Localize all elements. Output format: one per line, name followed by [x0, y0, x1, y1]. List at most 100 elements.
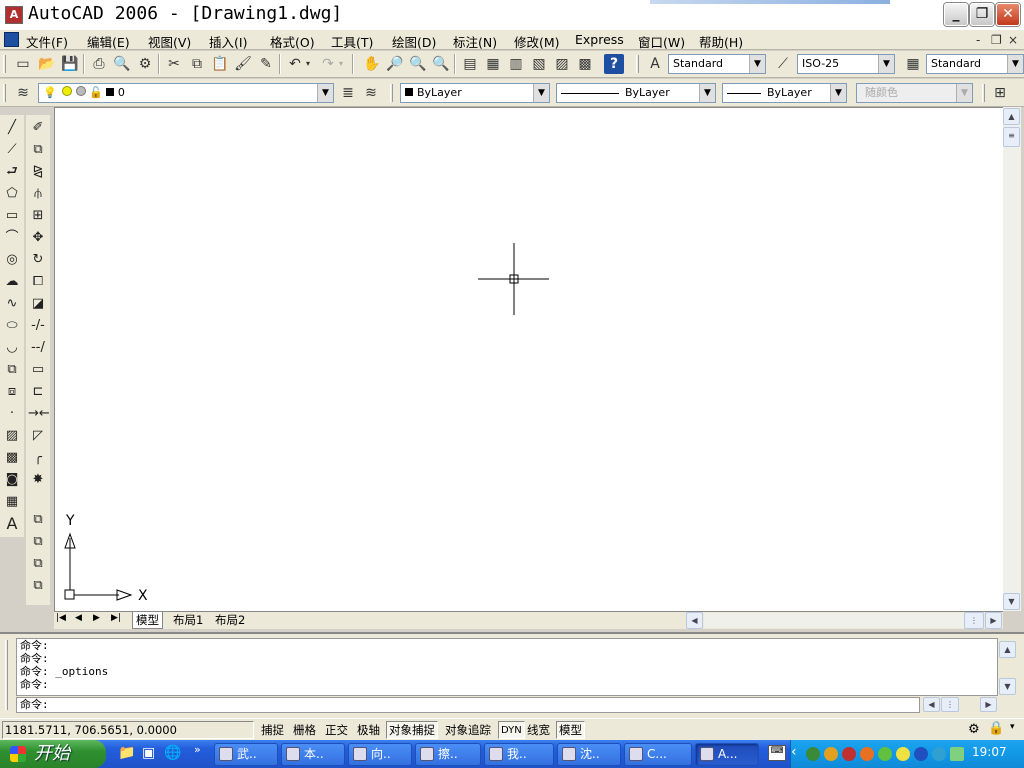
- trim-icon[interactable]: -/-: [28, 316, 48, 336]
- restore-button[interactable]: ❐: [970, 3, 994, 26]
- scroll-left-icon[interactable]: ◀: [686, 612, 703, 629]
- command-scroll-thumb[interactable]: ⋮: [941, 697, 959, 712]
- clock[interactable]: 19:07: [972, 745, 1007, 759]
- fillet-icon[interactable]: ╭: [28, 448, 48, 468]
- zoom-window-icon[interactable]: 🔍: [408, 54, 428, 74]
- zoom-previous-icon[interactable]: 🔍: [431, 54, 451, 74]
- menu-tools[interactable]: 工具(T): [331, 32, 373, 51]
- toolbar-grip[interactable]: [982, 84, 985, 102]
- draworder-front-icon[interactable]: ⧉: [28, 510, 48, 530]
- task-button[interactable]: 向..: [348, 743, 412, 766]
- help-icon[interactable]: ?: [604, 54, 624, 74]
- menu-dimension[interactable]: 标注(N): [453, 32, 497, 51]
- new-icon[interactable]: ▭: [13, 54, 33, 74]
- publish-icon[interactable]: ⚙: [135, 54, 155, 74]
- break-at-point-icon[interactable]: ▭: [28, 360, 48, 380]
- command-scroll-down-icon[interactable]: ▼: [999, 678, 1016, 695]
- scroll-thumb[interactable]: ≡: [1003, 127, 1020, 147]
- dim-style-select[interactable]: ISO-25 ▼: [797, 54, 895, 74]
- dyn-toggle[interactable]: DYN: [498, 721, 525, 739]
- grid-toggle[interactable]: 栅格: [290, 721, 319, 739]
- close-button[interactable]: ✕: [996, 3, 1020, 26]
- chamfer-icon[interactable]: ◸: [28, 426, 48, 446]
- plot-icon[interactable]: ⎙: [89, 54, 109, 74]
- menu-express[interactable]: Express: [575, 32, 624, 47]
- vertical-scrollbar[interactable]: ▲ ≡ ▼: [1003, 107, 1021, 611]
- task-button[interactable]: C...: [624, 743, 692, 766]
- tray-app-icon[interactable]: [878, 747, 892, 761]
- horizontal-scroll-thumb[interactable]: ⋮: [964, 612, 984, 629]
- plot-preview-icon[interactable]: 🔍: [112, 54, 132, 74]
- design-center-icon[interactable]: ▦: [483, 54, 503, 74]
- snap-toggle[interactable]: 捕捉: [258, 721, 287, 739]
- tray-app-icon[interactable]: [932, 747, 946, 761]
- command-window-grip[interactable]: [5, 640, 8, 710]
- draworder-under-icon[interactable]: ⧉: [28, 576, 48, 596]
- properties-icon[interactable]: ▤: [460, 54, 480, 74]
- menu-help[interactable]: 帮助(H): [699, 32, 743, 51]
- horizontal-scroll-track[interactable]: [704, 613, 964, 628]
- start-button[interactable]: 开始: [0, 740, 106, 768]
- redo-icon[interactable]: ↷: [318, 54, 338, 74]
- layer-select[interactable]: 💡 🔓 0 ▼: [38, 83, 334, 103]
- toolbar-grip[interactable]: [3, 84, 6, 102]
- command-input[interactable]: 命令:: [16, 697, 920, 713]
- mdi-minimize-button[interactable]: -: [976, 33, 980, 47]
- mdi-restore-button[interactable]: ❐: [991, 33, 1002, 47]
- stretch-icon[interactable]: ◪: [28, 294, 48, 314]
- tray-app-icon[interactable]: [842, 747, 856, 761]
- menu-draw[interactable]: 绘图(D): [392, 32, 436, 51]
- task-button[interactable]: 武..: [214, 743, 278, 766]
- arc-icon[interactable]: ⌒: [2, 228, 22, 248]
- task-button[interactable]: 沈..: [557, 743, 621, 766]
- tab-model[interactable]: 模型: [132, 612, 163, 629]
- quickcalc-icon[interactable]: ▩: [575, 54, 595, 74]
- toolbar-grip[interactable]: [3, 55, 6, 73]
- browser-icon[interactable]: 🌐: [164, 745, 181, 761]
- menu-file[interactable]: 文件(F): [26, 32, 68, 51]
- save-icon[interactable]: 💾: [60, 54, 80, 74]
- layer-manager-icon[interactable]: ≋: [13, 83, 33, 103]
- last-tab-icon[interactable]: ▶|: [111, 613, 121, 623]
- tray-app-icon[interactable]: [914, 747, 928, 761]
- polygon-icon[interactable]: ⬠: [2, 184, 22, 204]
- network-icon[interactable]: [950, 747, 964, 761]
- next-tab-icon[interactable]: ▶: [93, 613, 100, 623]
- text-style-select[interactable]: Standard ▼: [668, 54, 766, 74]
- otrack-toggle[interactable]: 对象追踪: [442, 721, 494, 739]
- array-icon[interactable]: ⊞: [28, 206, 48, 226]
- tray-app-icon[interactable]: [824, 747, 838, 761]
- point-icon[interactable]: ·: [2, 404, 22, 424]
- explode-icon[interactable]: ✸: [28, 470, 48, 490]
- task-button[interactable]: 擦..: [415, 743, 481, 766]
- move-icon[interactable]: ✥: [28, 228, 48, 248]
- menu-format[interactable]: 格式(O): [270, 32, 315, 51]
- dim-style-icon[interactable]: ⟋: [773, 54, 793, 74]
- join-icon[interactable]: →←: [28, 404, 50, 424]
- menu-modify[interactable]: 修改(M): [514, 32, 560, 51]
- command-scroll-up-icon[interactable]: ▲: [999, 641, 1016, 658]
- ellipse-icon[interactable]: ⬭: [2, 316, 22, 336]
- hatch-icon[interactable]: ▨: [2, 426, 22, 446]
- menu-edit[interactable]: 编辑(E): [87, 32, 130, 51]
- qq-icon[interactable]: [896, 747, 910, 761]
- open-icon[interactable]: 📂: [37, 54, 57, 74]
- table-style-icon[interactable]: ▦: [903, 54, 923, 74]
- rotate-icon[interactable]: ↻: [28, 250, 48, 270]
- line-icon[interactable]: ╱: [2, 118, 22, 138]
- scroll-down-icon[interactable]: ▼: [1003, 593, 1020, 610]
- spline-icon[interactable]: ∿: [2, 294, 22, 314]
- draworder-above-icon[interactable]: ⧉: [28, 554, 48, 574]
- redo-dropdown-icon[interactable]: ▾: [336, 54, 346, 74]
- mirror-icon[interactable]: ⧎: [28, 162, 48, 182]
- command-scroll-right-icon[interactable]: ▶: [980, 697, 997, 712]
- tab-layout1[interactable]: 布局1: [170, 612, 206, 628]
- region-icon[interactable]: ◙: [2, 470, 22, 490]
- ortho-toggle[interactable]: 正交: [322, 721, 351, 739]
- autocad-icon[interactable]: A: [5, 6, 23, 24]
- copy-icon[interactable]: ⧉: [187, 54, 207, 74]
- coordinate-display[interactable]: 1181.5711, 706.5651, 0.0000: [2, 721, 254, 739]
- command-scroll-left-icon[interactable]: ◀: [923, 697, 940, 712]
- show-desktop-icon[interactable]: 📁: [118, 745, 135, 761]
- quicklaunch-icon[interactable]: ▣: [142, 745, 155, 761]
